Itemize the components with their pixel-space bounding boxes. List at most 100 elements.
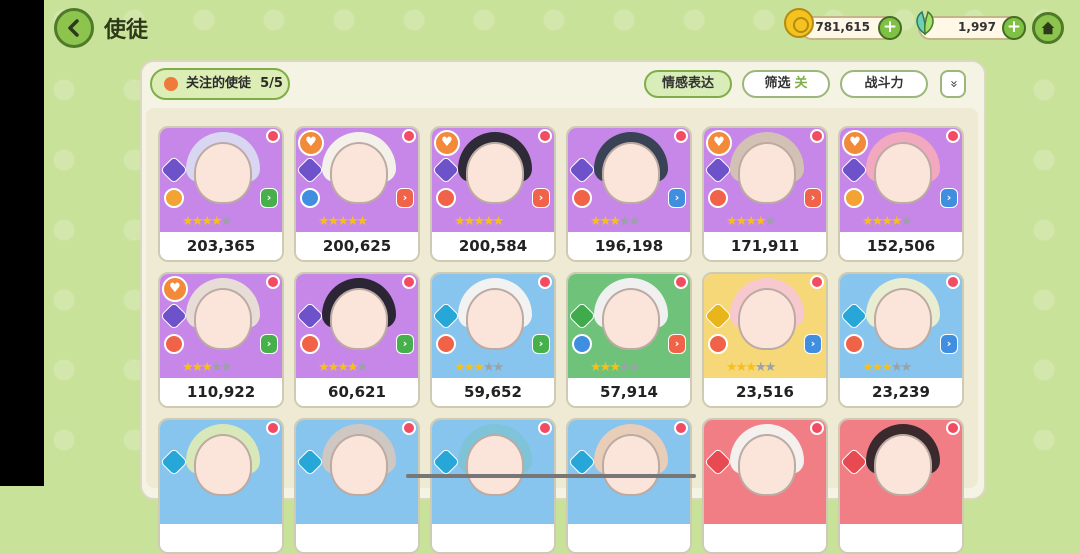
gold-amount: 781,615 xyxy=(815,20,870,34)
star-empty-icon: ★ xyxy=(628,214,641,229)
favorite-heart-icon[interactable]: ♥ xyxy=(842,130,868,156)
element-icon xyxy=(160,447,189,477)
apostle-card[interactable] xyxy=(430,418,556,554)
apostle-portrait: ♥ › ★★★★★ xyxy=(296,128,418,232)
flower-icon xyxy=(266,275,280,289)
element-icon xyxy=(160,301,189,331)
back-button[interactable] xyxy=(54,8,94,48)
apostle-card[interactable]: › ★★★★★ 59,652 xyxy=(430,272,556,408)
apostle-card[interactable] xyxy=(566,418,692,554)
add-gold-button[interactable]: + xyxy=(878,16,902,40)
portrait-face xyxy=(738,434,796,496)
emotion-button[interactable]: 情感表达 xyxy=(644,70,732,98)
home-icon xyxy=(1041,21,1055,35)
star-filled-icon: ★ xyxy=(356,214,369,229)
flower-icon xyxy=(674,129,688,143)
star-filled-icon: ★ xyxy=(318,214,330,229)
apostle-portrait: ♥ › ★★★★★ xyxy=(160,274,282,378)
combat-power: 57,914 xyxy=(568,378,690,406)
flower-icon xyxy=(266,421,280,435)
portrait-face xyxy=(874,142,932,204)
portrait-face xyxy=(874,288,932,350)
home-button[interactable] xyxy=(1032,12,1064,44)
apostle-card[interactable]: › ★★★★★ 23,239 xyxy=(838,272,964,408)
favorite-heart-icon[interactable]: ♥ xyxy=(434,130,460,156)
element-icon xyxy=(704,447,733,477)
favorite-apostles-toggle[interactable]: 关注的使徒 5/5 xyxy=(150,68,290,100)
apostle-card[interactable]: ♥ › ★★★★★ 171,911 xyxy=(702,126,828,262)
combat-power: 171,911 xyxy=(704,232,826,260)
filter-button[interactable]: 筛选关 xyxy=(742,70,830,98)
element-icon xyxy=(296,301,325,331)
apostle-card[interactable]: ♥ › ★★★★★ 110,922 xyxy=(158,272,284,408)
apostle-portrait: › ★★★★★ xyxy=(704,274,826,378)
element-icon xyxy=(704,155,733,185)
combat-power: 203,365 xyxy=(160,232,282,260)
element-icon xyxy=(840,155,869,185)
combat-power xyxy=(840,524,962,552)
star-empty-icon: ★ xyxy=(764,360,777,375)
combat-power xyxy=(432,524,554,552)
apostle-card[interactable]: ♥ › ★★★★★ 200,625 xyxy=(294,126,420,262)
star-rating: ★★★★★ xyxy=(454,360,504,375)
favorite-heart-icon[interactable]: ♥ xyxy=(706,130,732,156)
flower-icon xyxy=(674,421,688,435)
star-rating: ★★★★★ xyxy=(182,360,232,375)
star-empty-icon: ★ xyxy=(210,360,223,375)
flower-icon xyxy=(538,129,552,143)
flower-icon xyxy=(402,275,416,289)
apostle-card[interactable] xyxy=(838,418,964,554)
role-icon xyxy=(164,188,184,208)
combat-power: 110,922 xyxy=(160,378,282,406)
portrait-face xyxy=(466,142,524,204)
sort-power-button[interactable]: 战斗力 xyxy=(840,70,928,98)
star-empty-icon: ★ xyxy=(482,360,495,375)
apostle-card[interactable] xyxy=(158,418,284,554)
apostle-portrait: › ★★★★★ xyxy=(160,128,282,232)
apostle-card[interactable] xyxy=(294,418,420,554)
apostle-portrait: › ★★★★★ xyxy=(568,128,690,232)
apostle-card[interactable]: ♥ › ★★★★★ 200,584 xyxy=(430,126,556,262)
element-icon xyxy=(160,155,189,185)
flower-icon xyxy=(402,129,416,143)
star-rating: ★★★★★ xyxy=(590,214,641,229)
apostle-card[interactable]: › ★★★★★ 23,516 xyxy=(702,272,828,408)
favorite-heart-icon[interactable]: ♥ xyxy=(298,130,324,156)
add-gem-button[interactable]: + xyxy=(1002,16,1026,40)
element-icon xyxy=(296,155,325,185)
flower-icon xyxy=(538,275,552,289)
star-empty-icon: ★ xyxy=(900,214,913,229)
star-filled-icon: ★ xyxy=(881,360,893,375)
role-icon xyxy=(844,188,864,208)
expand-button[interactable]: » xyxy=(940,70,966,98)
portrait-face xyxy=(194,288,252,350)
apostle-card[interactable]: ♥ › ★★★★★ 152,506 xyxy=(838,126,964,262)
apostle-card[interactable]: › ★★★★★ 196,198 xyxy=(566,126,692,262)
role-icon xyxy=(436,188,456,208)
favorite-count: 5/5 xyxy=(260,76,283,91)
apostle-card[interactable] xyxy=(702,418,828,554)
flower-icon xyxy=(266,129,280,143)
favorite-heart-icon[interactable]: ♥ xyxy=(162,276,188,302)
apostle-portrait: › ★★★★★ xyxy=(432,274,554,378)
flower-icon xyxy=(810,129,824,143)
star-filled-icon: ★ xyxy=(726,360,738,375)
apostle-portrait xyxy=(704,420,826,524)
apostle-card[interactable]: › ★★★★★ 203,365 xyxy=(158,126,284,262)
apostle-portrait: ♥ › ★★★★★ xyxy=(840,128,962,232)
apostle-card[interactable]: › ★★★★★ 57,914 xyxy=(566,272,692,408)
star-filled-icon: ★ xyxy=(862,214,874,229)
star-filled-icon: ★ xyxy=(463,360,476,375)
star-filled-icon: ★ xyxy=(182,214,194,229)
apostle-portrait: ♥ › ★★★★★ xyxy=(432,128,554,232)
star-filled-icon: ★ xyxy=(735,214,748,229)
apostle-card[interactable]: › ★★★★★ 60,621 xyxy=(294,272,420,408)
star-rating: ★★★★★ xyxy=(726,360,777,375)
apostle-portrait xyxy=(160,420,282,524)
apostle-portrait xyxy=(296,420,418,524)
star-filled-icon: ★ xyxy=(609,214,621,229)
star-filled-icon: ★ xyxy=(346,214,359,229)
heart-icon xyxy=(164,77,178,91)
star-empty-icon: ★ xyxy=(220,214,233,229)
element-icon xyxy=(704,301,733,331)
